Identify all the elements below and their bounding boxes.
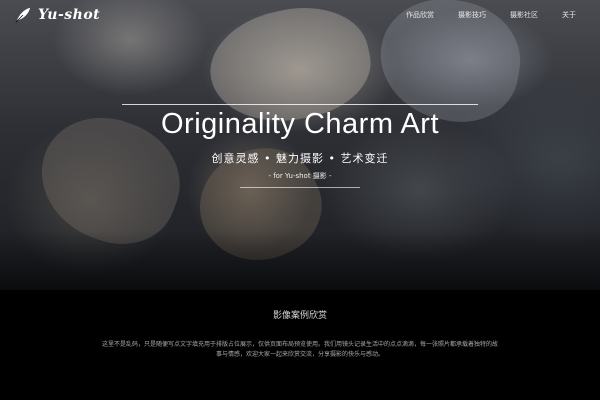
feather-icon [15,7,31,23]
nav-item-about[interactable]: 关于 [562,10,576,20]
nav-item-tips[interactable]: 摄影技巧 [458,10,486,20]
top-navigation-bar: Yu-shot 作品欣赏 摄影技巧 摄影社区 关于 [0,0,600,34]
hero-content: Originality Charm Art 创意灵感 • 魅力摄影 • 艺术变迁… [0,0,600,290]
showcase-section: 影像案例欣赏 这里不是乱码，只是随便写点文字填充用于排版占位展示，仅供页面布局预… [0,290,600,400]
section-description: 这里不是乱码，只是随便写点文字填充用于排版占位展示，仅供页面布局预览使用。我们用… [101,341,498,358]
nav-item-works[interactable]: 作品欣赏 [406,10,434,20]
hero-title: Originality Charm Art [160,108,439,140]
hero-divider-bottom [240,187,360,188]
section-title: 影像案例欣赏 [272,311,327,321]
nav-item-community[interactable]: 摄影社区 [510,10,538,20]
site-logo[interactable]: Yu-shot [14,6,100,24]
hero-divider-top [122,104,478,105]
main-nav: 作品欣赏 摄影技巧 摄影社区 关于 [406,10,576,20]
hero-banner: Yu-shot 作品欣赏 摄影技巧 摄影社区 关于 Originality Ch… [0,0,600,290]
hero-subtitle: 创意灵感 • 魅力摄影 • 艺术变迁 [211,152,389,165]
hero-tagline: - for Yu-shot 摄影 - [268,172,332,180]
brand-name: Yu-shot [38,7,101,23]
